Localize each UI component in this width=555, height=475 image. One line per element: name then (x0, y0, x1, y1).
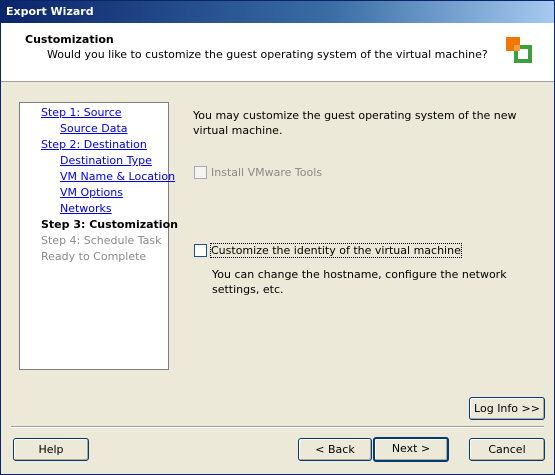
nav-vm-options[interactable]: VM Options (60, 186, 123, 199)
next-button[interactable]: Next > (373, 437, 449, 462)
log-info-button[interactable]: Log Info >> (469, 397, 545, 420)
customize-description: You can change the hostname, configure t… (212, 268, 507, 296)
window-title: Export Wizard (6, 5, 94, 18)
nav-step3-customization: Step 3: Customization (41, 218, 178, 231)
export-wizard-window: Export Wizard Customization Would you li… (0, 0, 555, 475)
cancel-label: Cancel (488, 443, 526, 456)
nav-step2-destination[interactable]: Step 2: Destination (41, 138, 147, 151)
wizard-steps-panel: Step 1: Source Source Data Step 2: Desti… (19, 102, 178, 370)
install-vmware-tools-label: Install VMware Tools (211, 166, 323, 179)
nav-destination-type[interactable]: Destination Type (60, 154, 152, 167)
page-title: Customization (25, 33, 114, 46)
back-button[interactable]: < Back (298, 438, 372, 461)
vmware-logo-icon (506, 37, 532, 63)
intro-text: You may customize the guest operating sy… (193, 109, 517, 137)
help-label: Help (38, 443, 64, 456)
nav-vm-name-location[interactable]: VM Name & Location (60, 170, 175, 183)
next-label: Next > (391, 442, 431, 455)
nav-step4-schedule-task: Step 4: Schedule Task (41, 234, 162, 247)
page-subtitle: Would you like to customize the guest op… (47, 48, 488, 61)
help-button[interactable]: Help (13, 438, 89, 461)
wizard-header: Customization Would you like to customiz… (1, 23, 554, 82)
log-info-label: Log Info >> (474, 402, 540, 415)
nav-step1-source[interactable]: Step 1: Source (41, 106, 122, 119)
title-bar[interactable]: Export Wizard (1, 1, 554, 23)
cancel-button[interactable]: Cancel (469, 438, 545, 461)
footer-divider (11, 426, 544, 428)
nav-source-data[interactable]: Source Data (60, 122, 128, 135)
nav-networks[interactable]: Networks (60, 202, 112, 215)
customize-identity-label[interactable]: Customize the identity of the virtual ma… (210, 243, 462, 258)
back-label: < Back (315, 443, 355, 456)
customize-identity-checkbox[interactable] (194, 244, 207, 257)
nav-ready-to-complete: Ready to Complete (41, 250, 147, 263)
install-vmware-tools-checkbox[interactable] (194, 166, 207, 179)
